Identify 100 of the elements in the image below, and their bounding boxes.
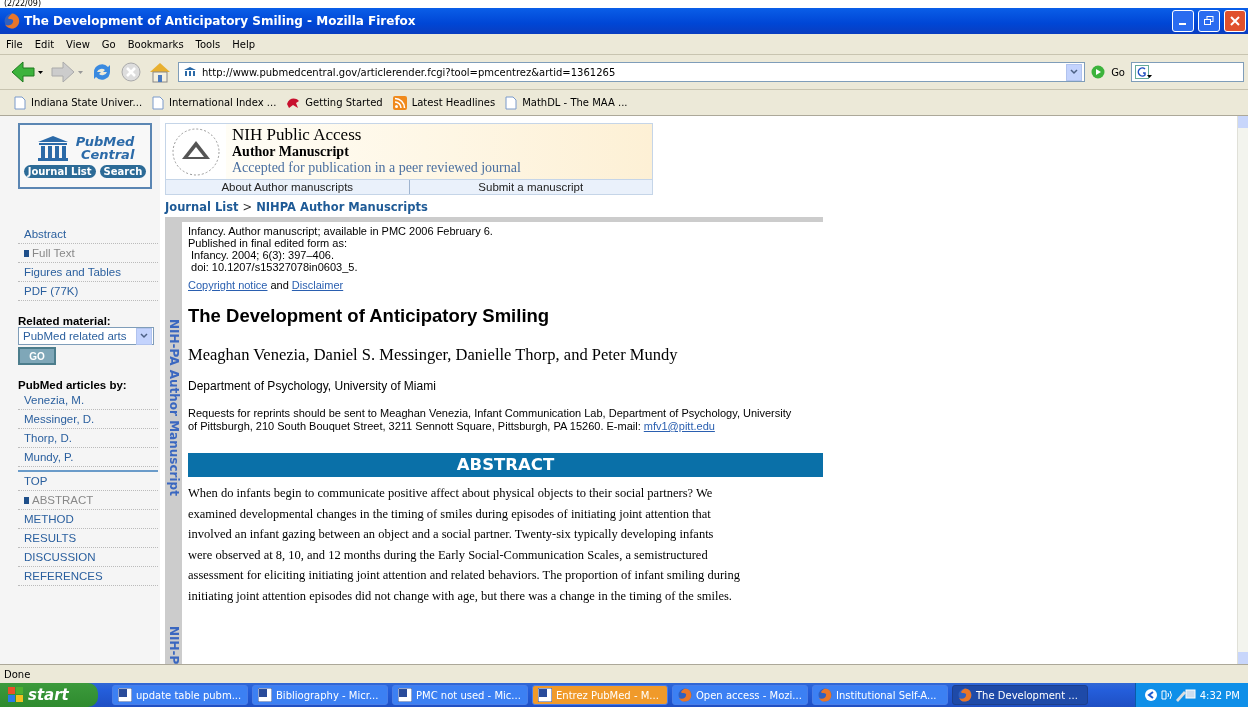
section-link[interactable]: METHOD	[18, 510, 158, 529]
home-icon[interactable]	[148, 60, 172, 84]
logo-button[interactable]: Search	[99, 164, 147, 178]
breadcrumb-separator: >	[242, 200, 253, 214]
start-button[interactable]: start	[0, 683, 98, 707]
status-text: Done	[0, 664, 1248, 683]
taskbar-button[interactable]: PMC not used - Mic...	[392, 685, 528, 705]
stop-icon[interactable]	[120, 61, 142, 83]
pillared-building-icon	[35, 134, 70, 161]
sidebar-link[interactable]: Figures and Tables	[18, 263, 158, 282]
breadcrumb-link[interactable]: Journal List	[165, 200, 239, 214]
menu-item[interactable]: Help	[232, 38, 256, 50]
sidebar-link[interactable]: PDF (77K)	[18, 282, 158, 301]
author-link[interactable]: Messinger, D.	[18, 410, 158, 429]
bookmark-link[interactable]: Latest Headlines	[392, 95, 496, 110]
menu-item[interactable]: File	[6, 38, 23, 50]
abstract-line: involved an infant gazing between an object and a social partner. Twenty-six typically developing infants	[188, 526, 715, 543]
citation-line: Published in final edited form as:	[188, 237, 348, 249]
taskbar-button[interactable]: Institutional Self-A...	[812, 685, 948, 705]
restore-button[interactable]	[1198, 10, 1220, 32]
affiliation-text: Department of Psychology, University of Miami	[188, 379, 437, 393]
address-field[interactable]: http://www.pubmedcentral.gov/articlerender.fcgi?tool=pmcentrez&artid=1361265	[178, 62, 1086, 82]
bookmark-label: Indiana State Univer...	[31, 97, 143, 108]
article-title: The Development of Anticipatory Smiling	[188, 305, 551, 327]
bookmark-link[interactable]: International Index ...	[152, 95, 277, 110]
dropdown-button[interactable]	[136, 327, 152, 345]
author-link[interactable]: Mundy, P.	[18, 448, 158, 467]
taskbar-button[interactable]: Bibliography - Micr...	[252, 685, 388, 705]
clock-text: 4:32 PM	[1199, 689, 1240, 701]
bookmark-label: MathDL - The MAA ...	[522, 97, 628, 108]
author-link[interactable]: Venezia, M.	[18, 391, 158, 410]
side-label: NIH-PA Author Manuscript	[166, 319, 182, 496]
browser-globe-icon	[958, 688, 972, 702]
pillared-building-icon	[183, 67, 197, 77]
dropdown-button[interactable]	[1066, 63, 1083, 81]
browser-globe-icon	[4, 13, 20, 29]
menu-item[interactable]: Edit	[34, 38, 55, 50]
related-select[interactable]: PubMed related arts	[18, 327, 154, 345]
bookmark-label: Getting Started	[305, 97, 383, 108]
page-icon	[505, 95, 518, 110]
banner-subtitle: Author Manuscript	[232, 144, 350, 160]
forward-arrow-icon[interactable]	[50, 60, 84, 84]
menu-item[interactable]: Bookmarks	[127, 38, 184, 50]
chevron-down-icon	[1070, 69, 1079, 75]
search-field[interactable]	[1131, 62, 1244, 82]
sidebar-link[interactable]: Full Text	[18, 244, 158, 263]
taskbar-button[interactable]: update table pubm...	[112, 685, 248, 705]
breadcrumb-link[interactable]: NIHPA Author Manuscripts	[256, 200, 428, 214]
menu-item[interactable]: View	[66, 38, 90, 50]
author-link[interactable]: Thorp, D.	[18, 429, 158, 448]
section-link[interactable]: REFERENCES	[18, 567, 158, 586]
browser-globe-icon	[678, 688, 692, 702]
taskbar-button[interactable]: The Development ...	[952, 685, 1088, 705]
bookmark-link[interactable]: Getting Started	[286, 95, 383, 110]
close-icon	[1230, 16, 1240, 26]
chevron-down-icon	[140, 333, 148, 339]
banner-note: Accepted for publication in a peer reviewed journal	[232, 160, 522, 176]
go-button[interactable]: Go	[1111, 66, 1125, 78]
side-label: NIH-P	[166, 625, 182, 664]
banner-link[interactable]: About Author manuscripts	[166, 180, 409, 194]
section-link[interactable]: TOP	[18, 472, 158, 491]
close-button[interactable]	[1224, 10, 1246, 32]
back-arrow-icon[interactable]	[10, 60, 44, 84]
bookmark-link[interactable]: MathDL - The MAA ...	[505, 95, 628, 110]
abstract-line: assessment for eliciting initiating joint attention and related behaviors. The proportion of infant smiling during	[188, 567, 742, 584]
banner-title: NIH Public Access	[232, 126, 363, 144]
windows-flag-icon	[8, 687, 24, 703]
menu-item[interactable]: Tools	[195, 38, 221, 50]
menu-item[interactable]: Go	[101, 38, 116, 50]
search-engine-icon	[1135, 65, 1153, 79]
abstract-line: examined developmental changes in the timing of smiles during episodes of initiating joint attention that	[188, 505, 712, 523]
bookmark-label: Latest Headlines	[411, 97, 496, 108]
notice-text: and	[270, 279, 289, 291]
section-label: Related material:	[18, 315, 112, 327]
page-icon	[14, 95, 26, 110]
bookmark-label: International Index ...	[169, 97, 277, 108]
sidebar-link[interactable]: Abstract	[18, 225, 158, 244]
section-link[interactable]: DISCUSSION	[18, 548, 158, 567]
citation-line: Infancy. 2004; 6(3): 397–406.	[190, 249, 335, 261]
banner-link[interactable]: Submit a manuscript	[408, 180, 652, 194]
page-icon	[152, 95, 165, 110]
email-link[interactable]: mfv1@pitt.edu	[643, 420, 715, 432]
citation-line: Infancy. Author manuscript; available in PMC 2006 February 6.	[188, 225, 494, 237]
taskbar-button[interactable]: Open access - Mozi...	[672, 685, 808, 705]
minimize-button[interactable]	[1172, 10, 1194, 32]
tray-icons-drawing	[1143, 688, 1196, 702]
bookmark-link[interactable]: Indiana State Univer...	[14, 95, 143, 110]
abstract-line: initiating joint attention episodes did not change with age, but there was a change in the timing of the smiles.	[188, 587, 733, 605]
section-label: PubMed articles by:	[18, 379, 128, 391]
document-app-icon	[538, 688, 552, 702]
section-link[interactable]: RESULTS	[18, 529, 158, 548]
abstract-heading: ABSTRACT	[188, 453, 823, 477]
copyright-link[interactable]: Copyright notice	[188, 279, 268, 291]
rss-feed-icon	[392, 95, 407, 110]
section-link[interactable]: ABSTRACT	[18, 491, 158, 510]
document-app-icon	[118, 688, 132, 702]
disclaimer-link[interactable]: Disclaimer	[291, 279, 344, 291]
abstract-line: When do infants begin to communicate positive affect about physical objects to their social partners? We	[188, 485, 714, 502]
restore-icon	[1204, 16, 1214, 26]
logo-button[interactable]: Journal List	[23, 164, 96, 178]
